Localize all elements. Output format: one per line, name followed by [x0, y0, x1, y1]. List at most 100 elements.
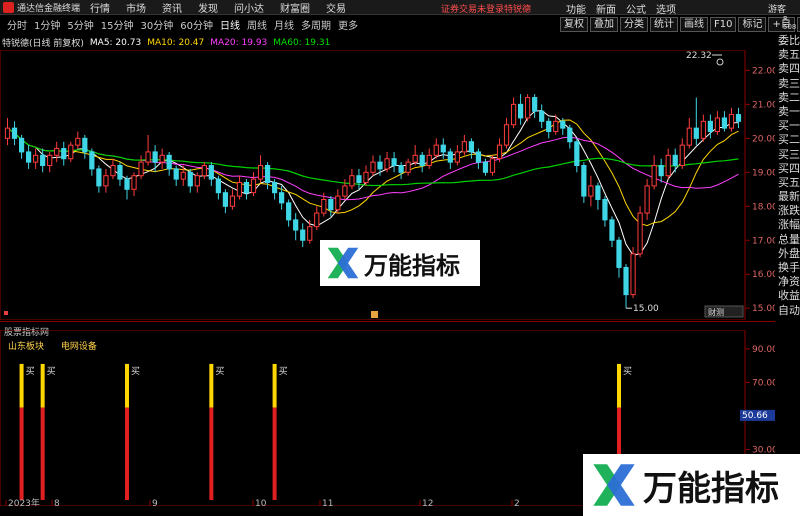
candle[interactable]: [131, 172, 137, 197]
candle[interactable]: [208, 162, 214, 186]
period-60min[interactable]: 60分钟: [180, 17, 213, 32]
guest-label[interactable]: 游客: [768, 2, 786, 15]
candle[interactable]: [229, 189, 236, 210]
candle[interactable]: [419, 151, 425, 173]
candle[interactable]: [82, 134, 88, 159]
menu-xuanxiang[interactable]: 选项: [656, 1, 676, 16]
candle[interactable]: [89, 148, 95, 176]
candle[interactable]: [152, 145, 158, 173]
candle[interactable]: [187, 168, 193, 193]
menu-shichang[interactable]: 市场: [126, 0, 146, 15]
candle[interactable]: [159, 148, 165, 169]
candle[interactable]: [124, 175, 130, 200]
buy-signal-bar[interactable]: 买: [19, 363, 35, 500]
candle[interactable]: [658, 158, 664, 183]
buy-signal-bar[interactable]: 买: [272, 363, 288, 500]
candle[interactable]: [728, 107, 735, 132]
candle[interactable]: [11, 121, 18, 146]
candle[interactable]: [138, 155, 144, 180]
candle[interactable]: [356, 168, 362, 190]
candle[interactable]: [426, 148, 432, 169]
chart-settings-icon[interactable]: [716, 58, 724, 66]
candle[interactable]: [588, 175, 594, 207]
candle[interactable]: [721, 111, 728, 132]
candle[interactable]: [342, 179, 348, 200]
candle[interactable]: [630, 247, 636, 299]
candle[interactable]: [637, 206, 643, 258]
period-1min[interactable]: 1分钟: [34, 17, 60, 32]
period-weekly[interactable]: 周线: [247, 17, 267, 32]
candle[interactable]: [539, 104, 545, 129]
candle[interactable]: [4, 117, 11, 146]
period-multi[interactable]: 多周期: [301, 17, 331, 32]
login-status[interactable]: 证券交易未登录: [441, 2, 504, 15]
candle[interactable]: [173, 165, 179, 186]
candle[interactable]: [194, 172, 200, 193]
candle[interactable]: [405, 158, 411, 176]
candle[interactable]: [33, 148, 39, 169]
buy-signal-bar[interactable]: 买: [125, 363, 140, 500]
candle[interactable]: [243, 179, 250, 200]
candle[interactable]: [468, 138, 475, 159]
candle[interactable]: [686, 117, 692, 149]
candle[interactable]: [335, 189, 341, 214]
candle[interactable]: [532, 94, 538, 118]
candle[interactable]: [595, 182, 601, 210]
candle[interactable]: [363, 165, 369, 186]
candle[interactable]: [489, 155, 496, 176]
candle[interactable]: [201, 162, 207, 180]
candle[interactable]: [384, 151, 390, 173]
stats-button[interactable]: 统计: [650, 17, 678, 32]
candle[interactable]: [307, 219, 313, 244]
candle[interactable]: [461, 134, 467, 156]
candle[interactable]: [623, 264, 629, 309]
candle[interactable]: [54, 141, 60, 163]
candle[interactable]: [510, 97, 517, 129]
menu-gongshi[interactable]: 公式: [626, 1, 646, 16]
candle[interactable]: [398, 162, 404, 180]
candle[interactable]: [68, 141, 74, 163]
period-fenshi[interactable]: 分时: [7, 17, 27, 32]
candle[interactable]: [567, 124, 573, 149]
candle[interactable]: [433, 138, 439, 159]
candle[interactable]: [714, 111, 721, 135]
event-marker[interactable]: [371, 311, 378, 318]
candle[interactable]: [61, 141, 67, 166]
candle[interactable]: [496, 138, 503, 163]
candle[interactable]: [644, 179, 650, 220]
candle[interactable]: [475, 148, 482, 169]
overlay-button[interactable]: 叠加: [590, 17, 618, 32]
candle[interactable]: [349, 168, 355, 190]
candle[interactable]: [700, 114, 706, 142]
candle[interactable]: [40, 148, 46, 173]
draw-line-button[interactable]: 画线: [680, 17, 708, 32]
period-5min[interactable]: 5分钟: [67, 17, 93, 32]
candle[interactable]: [735, 107, 742, 129]
candle[interactable]: [314, 206, 320, 231]
candle[interactable]: [25, 145, 32, 169]
candle[interactable]: [665, 148, 671, 180]
menu-caifuquan[interactable]: 财富圈: [280, 0, 310, 15]
candle[interactable]: [103, 168, 109, 193]
candle[interactable]: [222, 189, 229, 214]
candle[interactable]: [412, 145, 418, 166]
candle[interactable]: [370, 155, 376, 176]
candle[interactable]: [651, 155, 657, 190]
candle[interactable]: [546, 117, 552, 139]
candle[interactable]: [96, 165, 102, 193]
buy-signal-bar[interactable]: 买: [40, 363, 56, 500]
candle[interactable]: [293, 213, 299, 241]
candle[interactable]: [581, 162, 587, 203]
candle[interactable]: [166, 151, 172, 176]
candle[interactable]: [117, 162, 123, 186]
candle[interactable]: [328, 196, 334, 217]
candle[interactable]: [609, 216, 615, 248]
candle[interactable]: [679, 138, 685, 169]
category-button[interactable]: 分类: [620, 17, 648, 32]
candle[interactable]: [300, 223, 306, 248]
fuquan-button[interactable]: 复权: [560, 17, 588, 32]
f10-button[interactable]: F10: [710, 17, 737, 32]
menu-wenxiaoda[interactable]: 问小达: [234, 0, 264, 15]
period-more[interactable]: 更多: [338, 17, 358, 32]
period-daily[interactable]: 日线: [220, 17, 240, 32]
